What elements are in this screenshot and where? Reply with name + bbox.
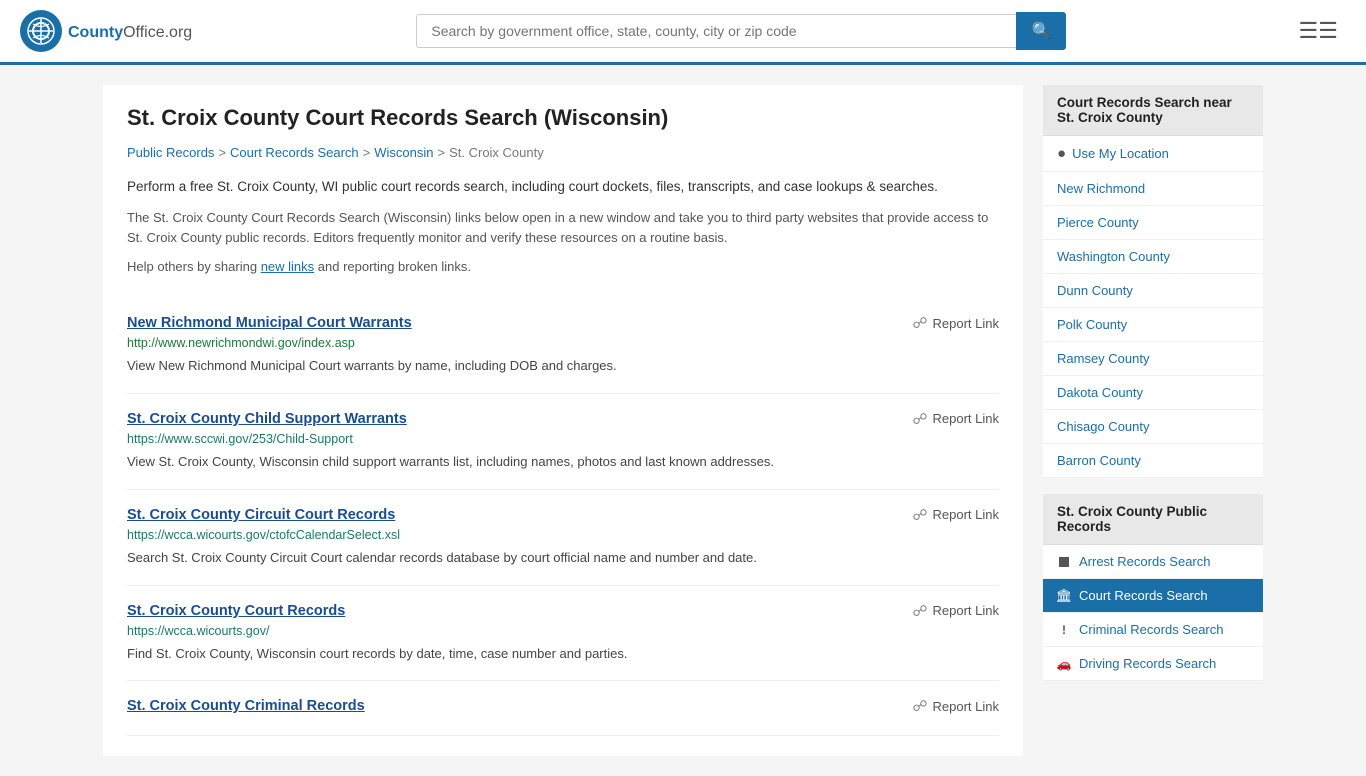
report-icon-2: ☍ bbox=[912, 410, 927, 428]
sidebar-use-location[interactable]: ● Use My Location bbox=[1043, 136, 1263, 172]
sidebar-item-chisago-county[interactable]: Chisago County bbox=[1043, 410, 1263, 444]
result-desc-4: Find St. Croix County, Wisconsin court r… bbox=[127, 644, 999, 665]
intro-paragraph-1: Perform a free St. Croix County, WI publ… bbox=[127, 176, 999, 198]
sidebar-item-barron-county[interactable]: Barron County bbox=[1043, 444, 1263, 478]
sidebar-public-records-section: St. Croix County Public Records Arrest R… bbox=[1043, 494, 1263, 681]
result-url-2[interactable]: https://www.sccwi.gov/253/Child-Support bbox=[127, 432, 999, 446]
report-icon-1: ☍ bbox=[912, 314, 927, 332]
sidebar-item-washington-county[interactable]: Washington County bbox=[1043, 240, 1263, 274]
search-input[interactable] bbox=[416, 14, 1016, 48]
page-title: St. Croix County Court Records Search (W… bbox=[127, 105, 999, 131]
content-area: St. Croix County Court Records Search (W… bbox=[103, 85, 1023, 756]
logo-text: CountyOffice.org bbox=[68, 20, 192, 43]
menu-icon[interactable]: ☰☰ bbox=[1291, 14, 1346, 48]
breadcrumb-public-records[interactable]: Public Records bbox=[127, 145, 214, 160]
new-links-link[interactable]: new links bbox=[261, 259, 314, 274]
breadcrumb-wisconsin[interactable]: Wisconsin bbox=[374, 145, 433, 160]
sidebar-item-polk-county[interactable]: Polk County bbox=[1043, 308, 1263, 342]
help-text: Help others by sharing new links and rep… bbox=[127, 259, 999, 274]
sidebar-nearby-section: Court Records Search near St. Croix Coun… bbox=[1043, 85, 1263, 478]
result-url-1[interactable]: http://www.newrichmondwi.gov/index.asp bbox=[127, 336, 999, 350]
report-link-btn-4[interactable]: ☍ Report Link bbox=[912, 602, 999, 620]
logo-area: CountyOffice.org bbox=[20, 10, 192, 52]
result-title-3[interactable]: St. Croix County Circuit Court Records bbox=[127, 507, 395, 523]
report-icon-4: ☍ bbox=[912, 602, 927, 620]
sidebar-public-records-title: St. Croix County Public Records bbox=[1043, 494, 1263, 545]
result-desc-2: View St. Croix County, Wisconsin child s… bbox=[127, 452, 999, 473]
breadcrumb-county: St. Croix County bbox=[449, 145, 544, 160]
report-link-btn-3[interactable]: ☍ Report Link bbox=[912, 506, 999, 524]
result-item-5: St. Croix County Criminal Records ☍ Repo… bbox=[127, 681, 999, 736]
court-icon: 🏛 bbox=[1057, 589, 1071, 603]
results-list: New Richmond Municipal Court Warrants ☍ … bbox=[127, 298, 999, 736]
result-title-5[interactable]: St. Croix County Criminal Records bbox=[127, 698, 365, 714]
result-desc-3: Search St. Croix County Circuit Court ca… bbox=[127, 548, 999, 569]
breadcrumb-court-records[interactable]: Court Records Search bbox=[230, 145, 359, 160]
search-icon: 🔍 bbox=[1031, 23, 1051, 40]
sidebar-item-new-richmond[interactable]: New Richmond bbox=[1043, 172, 1263, 206]
sidebar-nearby-title: Court Records Search near St. Croix Coun… bbox=[1043, 85, 1263, 136]
sidebar-criminal-records[interactable]: ! Criminal Records Search bbox=[1043, 613, 1263, 647]
report-icon-3: ☍ bbox=[912, 506, 927, 524]
result-url-4[interactable]: https://wcca.wicourts.gov/ bbox=[127, 624, 999, 638]
sidebar-court-records[interactable]: 🏛 Court Records Search bbox=[1043, 579, 1263, 613]
result-item-3: St. Croix County Circuit Court Records ☍… bbox=[127, 490, 999, 586]
location-icon: ● bbox=[1057, 145, 1066, 162]
sidebar-driving-records[interactable]: 🚗 Driving Records Search bbox=[1043, 647, 1263, 681]
result-item-2: St. Croix County Child Support Warrants … bbox=[127, 394, 999, 490]
sidebar-item-dunn-county[interactable]: Dunn County bbox=[1043, 274, 1263, 308]
logo-icon bbox=[20, 10, 62, 52]
intro-paragraph-2: The St. Croix County Court Records Searc… bbox=[127, 208, 999, 250]
report-link-btn-5[interactable]: ☍ Report Link bbox=[912, 697, 999, 715]
result-url-3[interactable]: https://wcca.wicourts.gov/ctofcCalendarS… bbox=[127, 528, 999, 542]
result-title-1[interactable]: New Richmond Municipal Court Warrants bbox=[127, 315, 412, 331]
report-link-btn-1[interactable]: ☍ Report Link bbox=[912, 314, 999, 332]
result-title-4[interactable]: St. Croix County Court Records bbox=[127, 603, 345, 619]
result-desc-1: View New Richmond Municipal Court warran… bbox=[127, 356, 999, 377]
sidebar-item-ramsey-county[interactable]: Ramsey County bbox=[1043, 342, 1263, 376]
criminal-icon: ! bbox=[1057, 623, 1071, 637]
sidebar-arrest-records[interactable]: Arrest Records Search bbox=[1043, 545, 1263, 579]
result-item-4: St. Croix County Court Records ☍ Report … bbox=[127, 586, 999, 682]
driving-icon: 🚗 bbox=[1057, 657, 1071, 671]
search-area: 🔍 bbox=[416, 12, 1066, 50]
sidebar: Court Records Search near St. Croix Coun… bbox=[1043, 85, 1263, 756]
search-button[interactable]: 🔍 bbox=[1016, 12, 1066, 50]
result-item-1: New Richmond Municipal Court Warrants ☍ … bbox=[127, 298, 999, 394]
report-icon-5: ☍ bbox=[912, 697, 927, 715]
arrest-icon bbox=[1057, 555, 1071, 569]
header: CountyOffice.org 🔍 ☰☰ bbox=[0, 0, 1366, 65]
main-wrapper: St. Croix County Court Records Search (W… bbox=[83, 65, 1283, 776]
sidebar-item-dakota-county[interactable]: Dakota County bbox=[1043, 376, 1263, 410]
breadcrumb: Public Records > Court Records Search > … bbox=[127, 145, 999, 160]
use-location-link[interactable]: Use My Location bbox=[1072, 146, 1169, 161]
sidebar-item-pierce-county[interactable]: Pierce County bbox=[1043, 206, 1263, 240]
result-title-2[interactable]: St. Croix County Child Support Warrants bbox=[127, 411, 407, 427]
report-link-btn-2[interactable]: ☍ Report Link bbox=[912, 410, 999, 428]
